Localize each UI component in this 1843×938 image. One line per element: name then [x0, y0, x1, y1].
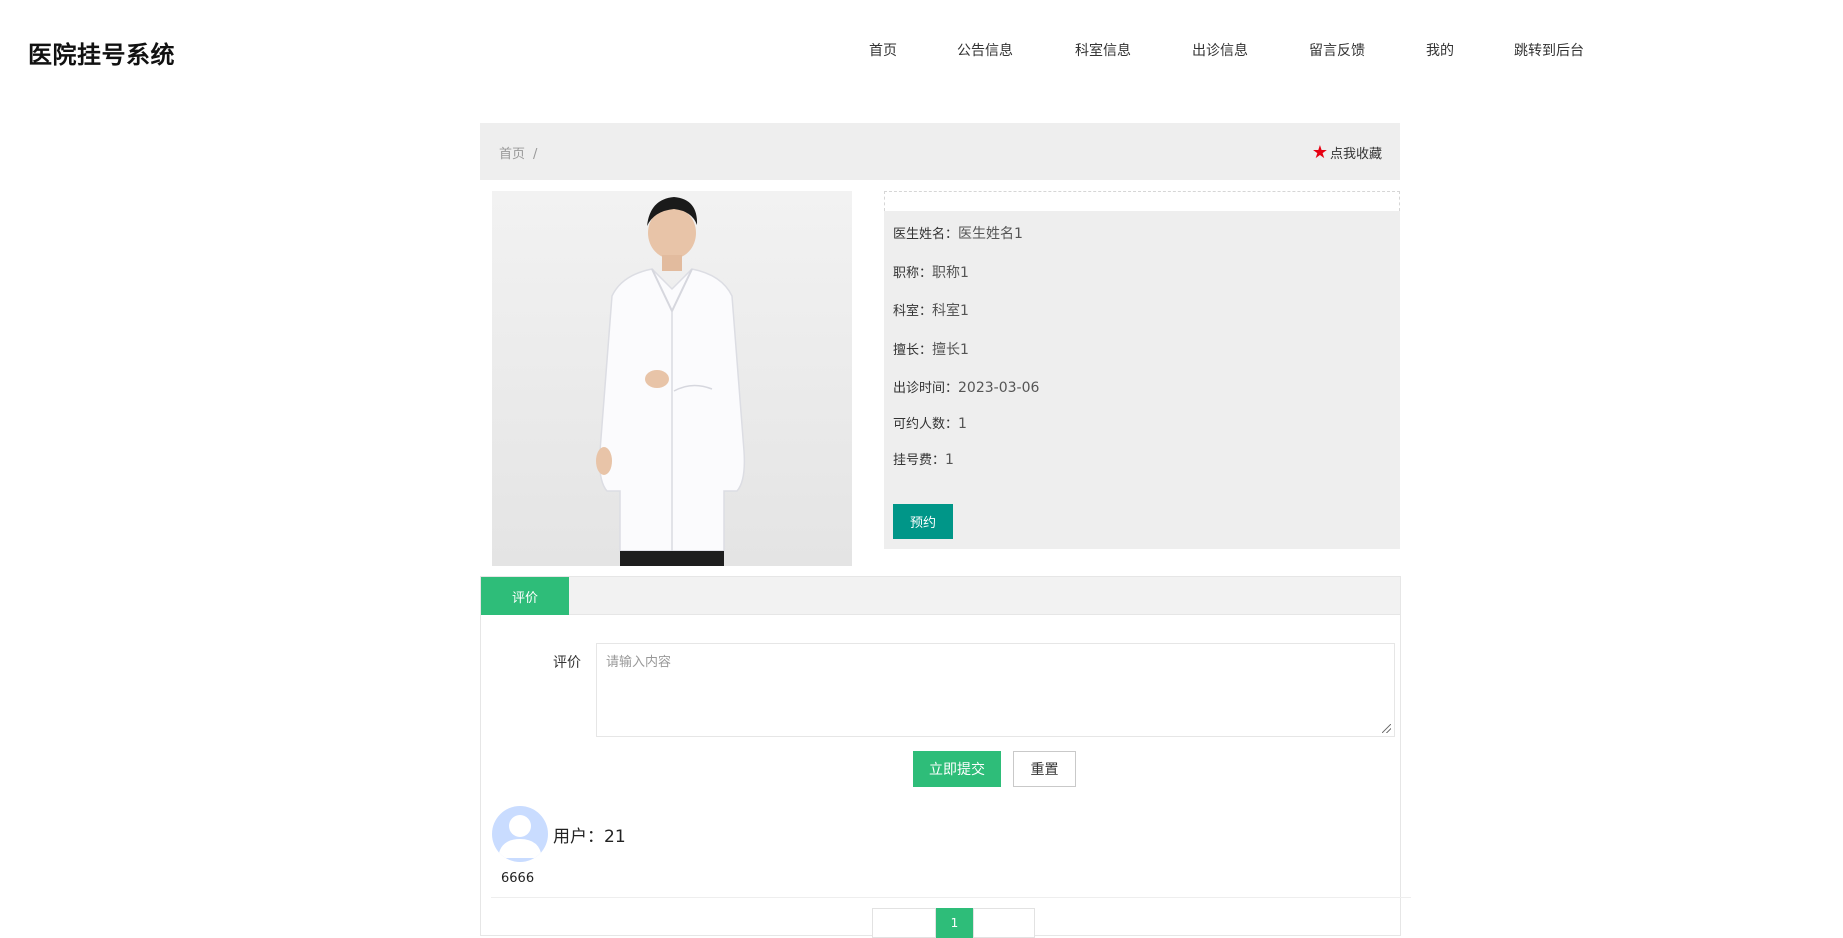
breadcrumb-separator: / — [533, 147, 538, 162]
next-page-button[interactable] — [973, 908, 1035, 938]
user-avatar-icon — [498, 815, 542, 858]
star-icon: ★ — [1311, 141, 1328, 163]
nav-notices[interactable]: 公告信息 — [957, 40, 1013, 60]
review-tab-panel: 评价 评价 请输入内容 立即提交 重置 用户：21 6666 1 — [480, 576, 1411, 938]
tab-bar: 评价 — [481, 577, 1400, 615]
info-label: 医生姓名： — [893, 227, 959, 242]
resize-grip-icon[interactable] — [1382, 724, 1391, 733]
comment-text: 6666 — [501, 871, 535, 886]
breadcrumb: 首页 / — [499, 143, 537, 162]
info-value: 2023-03-06 — [958, 380, 1040, 396]
info-label: 科室： — [893, 304, 933, 319]
info-value: 医生姓名1 — [958, 226, 1023, 242]
page-current[interactable]: 1 — [936, 908, 973, 938]
nav-feedback[interactable]: 留言反馈 — [1309, 40, 1365, 60]
review-placeholder: 请输入内容 — [606, 655, 672, 670]
book-button[interactable]: 预约 — [893, 504, 953, 539]
info-department: 科室：科室1 — [893, 300, 969, 320]
tab-review[interactable]: 评价 — [481, 577, 569, 615]
info-value: 1 — [945, 452, 954, 468]
info-value: 科室1 — [932, 303, 969, 319]
nav-home[interactable]: 首页 — [869, 40, 897, 60]
info-value: 职称1 — [932, 265, 969, 281]
info-visit-time: 出诊时间：2023-03-06 — [893, 377, 1039, 396]
doctor-photo — [492, 191, 852, 566]
reset-button[interactable]: 重置 — [1013, 751, 1076, 787]
site-header: 医院挂号系统 首页 公告信息 科室信息 出诊信息 留言反馈 我的 跳转到后台 — [0, 0, 1843, 100]
comment-user: 用户：21 — [553, 827, 626, 847]
nav-departments[interactable]: 科室信息 — [1075, 40, 1131, 60]
doctor-figure — [492, 191, 852, 566]
pagination: 1 — [872, 908, 1035, 938]
info-label: 出诊时间： — [893, 381, 959, 396]
review-textarea[interactable]: 请输入内容 — [596, 643, 1395, 737]
info-value: 擅长1 — [932, 342, 969, 358]
info-title: 职称：职称1 — [893, 262, 969, 282]
info-label: 可约人数： — [893, 417, 959, 432]
main-nav: 首页 公告信息 科室信息 出诊信息 留言反馈 我的 跳转到后台 — [0, 40, 1843, 62]
doctor-info-panel: 医生姓名：医生姓名1 职称：职称1 科室：科室1 擅长：擅长1 出诊时间：202… — [884, 211, 1400, 549]
submit-button[interactable]: 立即提交 — [913, 751, 1001, 787]
favorite-label: 点我收藏 — [1329, 147, 1382, 162]
avatar — [492, 806, 548, 862]
info-fee: 挂号费：1 — [893, 449, 954, 468]
breadcrumb-home[interactable]: 首页 — [499, 147, 525, 162]
breadcrumb-bar: 首页 / ★ 点我收藏 — [480, 123, 1400, 180]
nav-schedule[interactable]: 出诊信息 — [1192, 40, 1248, 60]
info-capacity: 可约人数：1 — [893, 413, 967, 432]
info-label: 挂号费： — [893, 453, 946, 468]
info-doctor-name: 医生姓名：医生姓名1 — [893, 223, 1023, 243]
review-label: 评价 — [553, 655, 581, 671]
favorite-button[interactable]: ★ 点我收藏 — [1312, 143, 1382, 162]
nav-admin[interactable]: 跳转到后台 — [1514, 40, 1584, 60]
info-specialty: 擅长：擅长1 — [893, 339, 969, 359]
nav-mine[interactable]: 我的 — [1426, 40, 1454, 60]
comment-divider — [491, 897, 1411, 898]
info-label: 擅长： — [893, 343, 933, 358]
info-value: 1 — [958, 416, 967, 432]
prev-page-button[interactable] — [872, 908, 936, 938]
info-dashed-top — [884, 191, 1400, 211]
info-label: 职称： — [893, 266, 933, 281]
